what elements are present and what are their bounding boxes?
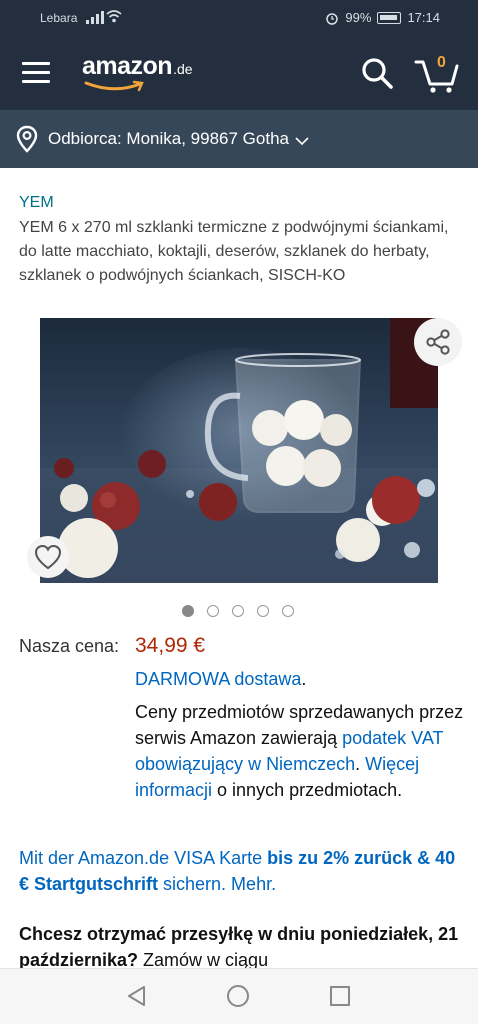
wifi-icon [106, 10, 122, 23]
cart-count: 0 [437, 54, 446, 71]
location-pin-icon [16, 125, 38, 153]
status-bar: Lebara 99% 17:14 [0, 0, 478, 36]
visa-promo-part2: sichern. Mehr. [158, 874, 277, 894]
share-icon [426, 329, 450, 355]
chevron-down-icon [295, 136, 309, 145]
back-icon[interactable] [126, 985, 148, 1007]
free-delivery-link[interactable]: DARMOWA dostawa [135, 669, 301, 689]
recent-apps-icon[interactable] [330, 986, 350, 1006]
alarm-icon [326, 12, 339, 25]
product-image[interactable] [40, 318, 438, 583]
visa-card-promo[interactable]: Mit der Amazon.de VISA Karte bis zu 2% z… [19, 845, 464, 897]
menu-button[interactable] [22, 62, 50, 84]
delivery-estimate: Chcesz otrzymać przesyłkę w dniu poniedz… [19, 921, 464, 973]
free-delivery: DARMOWA dostawa. [135, 669, 306, 690]
signal-icon [86, 10, 104, 24]
logo-text: amazon [82, 52, 173, 80]
wishlist-button[interactable] [27, 536, 69, 578]
price-value: 34,99 € [135, 634, 206, 657]
clock: 17:14 [407, 10, 440, 25]
brand-link[interactable]: YEM [19, 194, 54, 212]
search-icon [362, 58, 393, 89]
visa-promo-part1: Mit der Amazon.de VISA Karte [19, 848, 268, 868]
vat-text-part2: . [355, 754, 366, 774]
free-delivery-suffix: . [301, 669, 307, 689]
system-navigation-bar [0, 968, 478, 1024]
product-photo [40, 318, 438, 583]
product-title: YEM 6 x 270 ml szklanki termiczne z podw… [19, 219, 449, 284]
vat-text-part3: o innych przedmiotach. [212, 780, 403, 800]
share-button[interactable] [414, 318, 462, 366]
logo-tld: .de [173, 61, 193, 77]
amazon-logo[interactable]: amazon.de [82, 52, 193, 92]
image-carousel-indicator [182, 605, 294, 617]
battery-percent: 99% [345, 10, 372, 25]
search-button[interactable] [360, 56, 394, 90]
delivery-location-text: Odbiorca: Monika, 99867 Gotha [48, 129, 289, 148]
smile-icon [84, 80, 144, 92]
carousel-dot[interactable] [207, 605, 219, 617]
delivery-location-bar[interactable]: Odbiorca: Monika, 99867 Gotha [0, 110, 478, 168]
carousel-dot[interactable] [182, 605, 194, 617]
carrier-label: Lebara [40, 11, 78, 25]
delivery-estimate-rest: Zamów w ciągu [138, 950, 269, 970]
home-icon[interactable] [227, 985, 249, 1007]
battery-icon [377, 11, 402, 24]
top-navigation: amazon.de 0 [0, 36, 478, 110]
carousel-dot[interactable] [282, 605, 294, 617]
cart-button[interactable]: 0 [414, 54, 460, 94]
carousel-dot[interactable] [232, 605, 244, 617]
heart-icon [34, 544, 62, 570]
vat-notice: Ceny przedmiotów sprzedawanych przez ser… [135, 699, 465, 803]
price-label: Nasza cena: [19, 636, 120, 656]
carousel-dot[interactable] [257, 605, 269, 617]
